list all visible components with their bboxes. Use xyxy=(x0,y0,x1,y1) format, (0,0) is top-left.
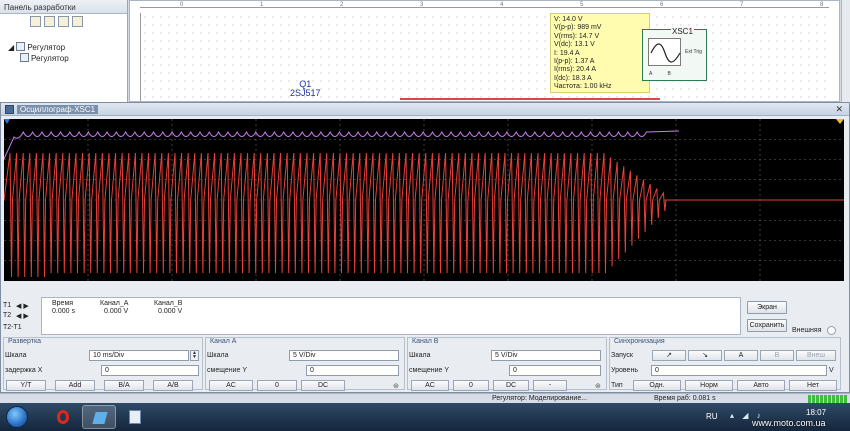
channel-a-ypos-field[interactable]: 0 xyxy=(306,365,399,376)
channel-a-settings-icon[interactable]: ⊛ xyxy=(393,382,399,390)
close-icon[interactable]: ✕ xyxy=(835,104,843,115)
channel-a-title: Канал A xyxy=(209,338,238,345)
status-bar: Регулятор: Моделирование... Время раб: 0… xyxy=(0,393,850,403)
trigger-none-button[interactable]: Нет xyxy=(789,380,837,391)
cursor-t2-arrows[interactable]: ◀ ▶ xyxy=(16,312,29,320)
trigger-falling-edge-button[interactable]: ↘ xyxy=(688,350,722,361)
watermark: www.moto.com.ua xyxy=(752,418,826,428)
timebase-title: Развертка xyxy=(7,338,43,345)
schematic-icon xyxy=(20,53,29,62)
cursor-delta-label: T2-T1 xyxy=(3,324,22,331)
external-trigger-radio[interactable] xyxy=(827,326,836,335)
cursor-panel: T1 ◀ ▶ T2 ◀ ▶ T2-T1 Время Канал_A Канал_… xyxy=(1,296,741,336)
multisim-icon xyxy=(92,412,108,424)
trigger-source-b-button[interactable]: B xyxy=(760,350,794,361)
component-q1[interactable]: Q1 2SJ517 xyxy=(290,80,321,98)
timebase-scale-field[interactable]: 10 ms/Div xyxy=(89,350,189,361)
trigger-level-unit: V xyxy=(829,367,834,374)
oscilloscope-app-icon xyxy=(5,105,14,114)
document-icon xyxy=(129,410,141,424)
cursor-t2-label: T2 xyxy=(3,312,12,319)
new-file-icon[interactable] xyxy=(30,16,41,27)
cursor-t2-marker xyxy=(836,119,844,124)
schematic-canvas[interactable]: 0 1 2 3 4 5 6 7 8 Q1 2SJ517 V: 14.0 V V(… xyxy=(129,0,840,102)
multisim-taskbar-button[interactable] xyxy=(82,405,116,429)
tree-item-project[interactable]: ◢ Регулятор xyxy=(8,42,65,52)
oscilloscope-titlebar[interactable]: Осциллограф-XSC1 ✕ xyxy=(1,103,849,116)
channel-b-dc-button[interactable]: DC xyxy=(493,380,529,391)
channel-b-settings-icon[interactable]: ⊛ xyxy=(595,382,601,390)
side-scroll-strip[interactable] xyxy=(841,0,850,102)
channel-b-title: Канал B xyxy=(411,338,440,345)
windows-start-icon[interactable] xyxy=(6,406,28,428)
clock[interactable]: 18:07 xyxy=(806,408,826,417)
mode-yt-button[interactable]: Y/T xyxy=(6,380,46,391)
cursor-t1-marker xyxy=(4,119,10,124)
oscilloscope-instrument[interactable]: XSC1 Ext Trig A B xyxy=(642,27,707,81)
trigger-source-a-button[interactable]: A xyxy=(724,350,758,361)
design-panel-title: Панель разработки xyxy=(0,0,127,14)
language-indicator[interactable]: RU xyxy=(706,412,718,421)
schematic-grid xyxy=(140,13,829,101)
design-panel: Панель разработки ◢ Регулятор Регулятор xyxy=(0,0,128,102)
cursor-t1-label: T1 xyxy=(3,302,12,309)
external-trigger-label: Внешняя xyxy=(792,327,822,334)
tree-item-design[interactable]: Регулятор xyxy=(20,53,69,63)
channel-b-zero-button[interactable]: 0 xyxy=(453,380,489,391)
trigger-auto-button[interactable]: Авто xyxy=(737,380,785,391)
mode-add-button[interactable]: Add xyxy=(55,380,95,391)
channel-a-scale-field[interactable]: 5 V/Div xyxy=(289,350,399,361)
trigger-rising-edge-button[interactable]: ↗ xyxy=(652,350,686,361)
channel-b-ac-button[interactable]: AC xyxy=(411,380,449,391)
screen-reverse-button[interactable]: Экран xyxy=(747,301,787,314)
trigger-title: Синхронизация xyxy=(613,338,666,345)
channel-a-zero-button[interactable]: 0 xyxy=(257,380,297,391)
open-folder-icon[interactable] xyxy=(44,16,55,27)
taskbar: RU ▴ ◢ ♪ 18:07 xyxy=(0,403,850,431)
mode-ba-button[interactable]: B/A xyxy=(104,380,144,391)
channel-b-ypos-field[interactable]: 0 xyxy=(509,365,601,376)
oscilloscope-window: Осциллограф-XSC1 ✕ T1 ◀ ▶ T2 ◀ ▶ T2-T1 В… xyxy=(0,102,850,393)
cursor-t1-arrows[interactable]: ◀ ▶ xyxy=(16,302,29,310)
channel-b-scale-field[interactable]: 5 V/Div xyxy=(491,350,601,361)
channel-a-dc-button[interactable]: DC xyxy=(301,380,345,391)
save-icon[interactable] xyxy=(58,16,69,27)
oscilloscope-title: Осциллограф-XSC1 xyxy=(17,105,99,114)
document-taskbar-button[interactable] xyxy=(118,405,152,429)
simulation-time: Время раб: 0.081 s xyxy=(654,395,716,402)
scope-display[interactable] xyxy=(4,119,844,281)
timebase-scale-spinner[interactable]: ▲ ▼ xyxy=(190,350,199,361)
simulation-status: Регулятор: Моделирование... xyxy=(492,395,588,402)
trigger-single-button[interactable]: Одн. xyxy=(633,380,681,391)
channel-b-minus-button[interactable]: - xyxy=(533,380,567,391)
channel-a-ac-button[interactable]: AC xyxy=(209,380,253,391)
probe-readout-tooltip: V: 14.0 V V(p-p): 989 mV V(rms): 14.7 V … xyxy=(550,13,650,93)
sine-wave-icon xyxy=(648,38,681,66)
schematic-wire xyxy=(400,98,660,100)
expand-icon[interactable]: ◢ xyxy=(8,43,14,52)
timebase-xpos-field[interactable]: 0 xyxy=(101,365,199,376)
properties-icon[interactable] xyxy=(72,16,83,27)
opera-icon xyxy=(57,410,69,424)
trigger-level-field[interactable]: 0 xyxy=(651,365,827,376)
simulation-progress-meter xyxy=(808,395,848,403)
cursor-readout-table: Время Канал_A Канал_B 0.000 s 0.000 V 0.… xyxy=(41,297,741,335)
mode-ab-button[interactable]: A/B xyxy=(153,380,193,391)
design-panel-toolbar xyxy=(0,14,127,30)
trigger-source-ext-button[interactable]: Внеш xyxy=(796,350,836,361)
project-icon xyxy=(16,42,26,51)
save-button[interactable]: Сохранить xyxy=(747,319,787,332)
trigger-normal-button[interactable]: Норм xyxy=(685,380,733,391)
opera-taskbar-button[interactable] xyxy=(46,405,80,429)
scope-traces xyxy=(4,119,844,281)
